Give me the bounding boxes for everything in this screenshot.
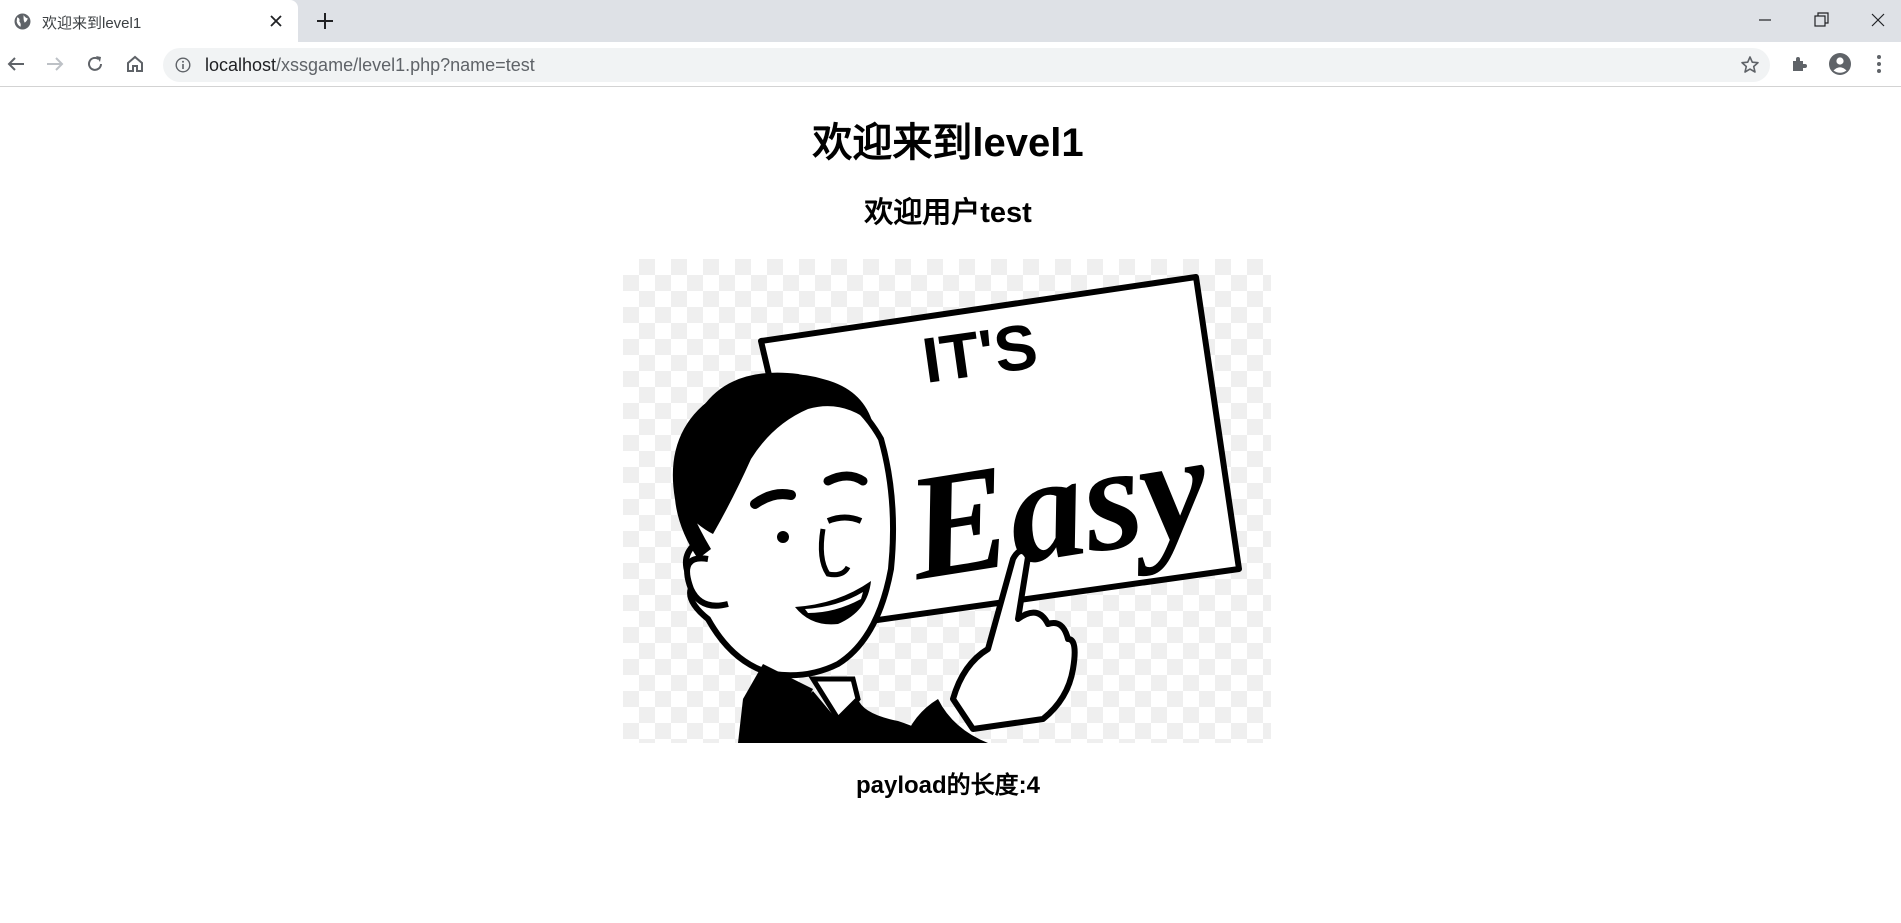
welcome-user-heading: 欢迎用户test [864, 197, 1032, 229]
home-icon[interactable] [123, 52, 147, 76]
forward-arrow-icon[interactable] [43, 52, 67, 76]
minimize-icon[interactable] [1753, 8, 1777, 32]
its-easy-image: IT'S Easy [623, 259, 1271, 743]
tab-title: 欢迎来到level1 [42, 15, 142, 32]
extensions-puzzle-icon[interactable] [1788, 52, 1812, 76]
restore-icon[interactable] [1809, 8, 1833, 32]
url-text[interactable]: localhost/xssgame/level1.php?name=test [205, 55, 535, 76]
payload-length: payload的长度:4 [855, 772, 1041, 799]
page-content: 欢迎来到level1 欢迎用户test IT'S Easy payload的长度… [0, 88, 1901, 923]
star-icon[interactable] [1740, 55, 1760, 75]
close-window-icon[interactable] [1866, 8, 1890, 32]
globe-icon [14, 13, 31, 30]
back-arrow-icon[interactable] [4, 52, 28, 76]
profile-avatar-icon[interactable] [1828, 52, 1852, 76]
info-icon[interactable] [175, 57, 191, 73]
page-title: 欢迎来到level1 [812, 121, 1084, 165]
address-bar[interactable]: localhost/xssgame/level1.php?name=test [163, 48, 1770, 82]
reload-icon[interactable] [83, 52, 107, 76]
plus-icon[interactable] [314, 10, 336, 32]
its-easy-illustration: IT'S Easy [672, 274, 1242, 743]
browser-tab-active[interactable]: 欢迎来到level1 [0, 0, 298, 42]
browser-toolbar: localhost/xssgame/level1.php?name=test [0, 42, 1901, 87]
kebab-menu-icon[interactable] [1867, 52, 1891, 76]
url-host: localhost [205, 55, 277, 75]
close-tab-icon[interactable] [268, 13, 284, 29]
url-path: /xssgame/level1.php?name=test [276, 55, 535, 75]
tab-strip: 欢迎来到level1 [0, 0, 1901, 42]
